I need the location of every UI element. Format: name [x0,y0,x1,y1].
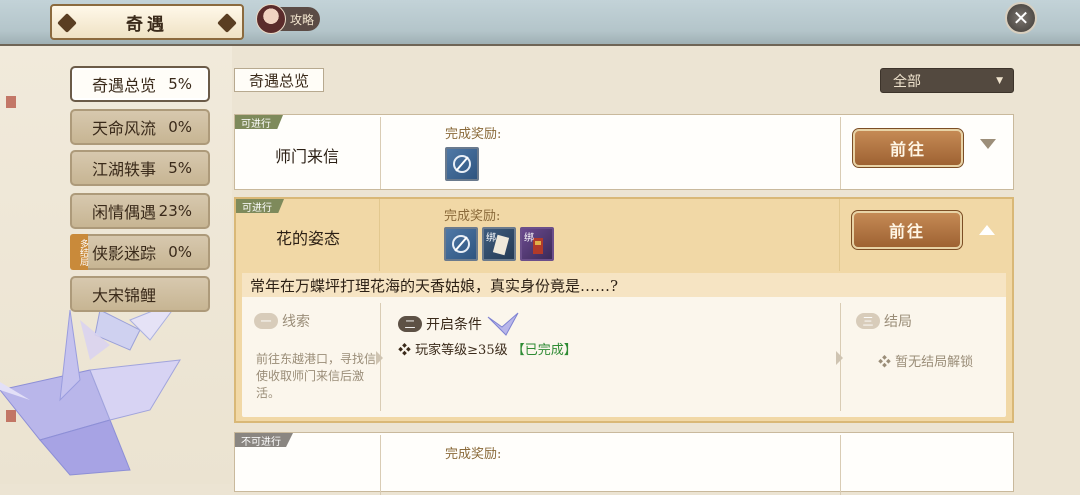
bound-tag: 绑 [524,233,534,244]
sidebar-item-progress: 23% [158,202,192,220]
reward-label: 完成奖励: [445,127,502,142]
decorative-calligraphy: ​ [6,120,14,210]
quest-name: 师门来信 [275,147,340,166]
seal-icon [6,96,16,108]
step-number: 二 [398,316,422,332]
paper-crane-icon [487,312,519,336]
quest-detail-panel: 常年在万蝶坪打理花海的天香姑娘，真实身份竟是……? 一 线索 前往东越港口，寻找… [242,273,1006,417]
sidebar-item-destiny[interactable]: 天命风流 0% [70,109,210,145]
quest-description: 常年在万蝶坪打理花海的天香姑娘，真实身份竟是……? [242,273,1006,297]
section-title: 奇遇总览 [234,68,324,92]
condition-item: ❖ 玩家等级≥35级 【已完成】 [398,339,577,358]
sidebar-item-anecdotes[interactable]: 江湖轶事 5% [70,150,210,186]
condition-title: 开启条件 [426,317,482,333]
sidebar-item-mystery[interactable]: 多结局 侠影迷踪 0% [70,234,210,270]
reward-label: 完成奖励: [445,447,502,462]
close-button[interactable]: ✕ [1005,2,1037,34]
reward-item-icon[interactable] [445,147,479,181]
reward-scroll-icon[interactable]: 绑 [482,227,516,261]
reward-box-icon[interactable]: 绑 [520,227,554,261]
divider [379,199,380,271]
filter-selected: 全部 [893,73,921,90]
status-badge: 可进行 [236,199,284,213]
divider [840,117,841,189]
sidebar-item-progress: 0% [168,243,192,261]
sidebar-item-koi[interactable]: 大宋锦鲤 [70,276,210,312]
sidebar-item-label: 江湖轶事 [92,160,157,179]
go-button[interactable]: 前往 [852,128,964,168]
ending-text: 暂无结局解锁 [895,355,974,370]
ending-text-wrap: ❖ 暂无结局解锁 [878,351,973,370]
quest-card: 可进行 师门来信 完成奖励: 前往 [234,114,1014,190]
clue-heading: 一 线索 [254,311,310,331]
divider [380,117,381,189]
bound-tag: 绑 [486,233,496,244]
window-title: 奇遇 [50,4,244,40]
ornament-icon [57,13,77,33]
status-badge: 不可进行 [235,433,293,447]
reward-item-icon[interactable] [444,227,478,261]
guide-label: 攻略 [290,12,315,27]
go-button[interactable]: 前往 [851,210,963,250]
sidebar-item-progress: 0% [168,118,192,136]
divider [839,199,840,271]
status-badge: 可进行 [235,115,283,129]
sidebar-item-label: 天命风流 [92,119,157,138]
collapse-icon[interactable] [979,225,995,235]
avatar [256,4,286,34]
close-icon: ✕ [1012,6,1030,30]
expand-icon[interactable] [980,139,996,149]
arrow-right-icon [836,351,843,365]
quest-card-expanded: 可进行 花的姿态 完成奖励: 绑 绑 前往 常年在万蝶坪打理花海的天香姑娘，真实… [234,197,1014,423]
condition-heading: 二 开启条件 [398,311,520,337]
sidebar-item-label: 奇遇总览 [92,76,157,95]
clue-text: 前往东越港口，寻找信使收取师门来信后激活。 [256,352,377,400]
sidebar-item-progress: 5% [168,159,192,177]
condition-text: 玩家等级≥35级 [415,343,508,358]
step-number: 一 [254,313,278,329]
divider [380,435,381,495]
divider [840,435,841,495]
chevron-down-icon: ▼ [996,75,1003,86]
arrow-right-icon [376,351,383,365]
sidebar-item-label: 大宋锦鲤 [92,286,157,305]
ending-title: 结局 [884,314,912,330]
condition-status: 【已完成】 [511,343,577,358]
step-number: 三 [856,313,880,329]
diamond-icon: ❖ [878,355,892,370]
clue-title: 线索 [282,314,310,330]
sidebar-item-label: 侠影迷踪 [92,244,157,263]
guide-button[interactable]: 攻略 [256,4,320,34]
quest-name: 花的姿态 [276,229,341,248]
diamond-icon: ❖ [398,343,412,358]
paper-crane-icon [0,298,182,476]
reward-label: 完成奖励: [444,209,501,224]
window-title-text: 奇遇 [126,14,168,35]
sidebar-item-label: 闲情偶遇 [92,203,157,222]
sidebar-item-leisure[interactable]: 闲情偶遇 23% [70,193,210,229]
multi-ending-badge: 多结局 [70,234,88,270]
ending-heading: 三 结局 [856,311,912,331]
filter-dropdown[interactable]: 全部 ▼ [880,68,1014,93]
ornament-icon [217,13,237,33]
sidebar-item-progress: 5% [168,75,192,93]
quest-card: 不可进行 完成奖励: [234,432,1014,495]
sidebar-item-overview[interactable]: 奇遇总览 5% [70,66,210,102]
